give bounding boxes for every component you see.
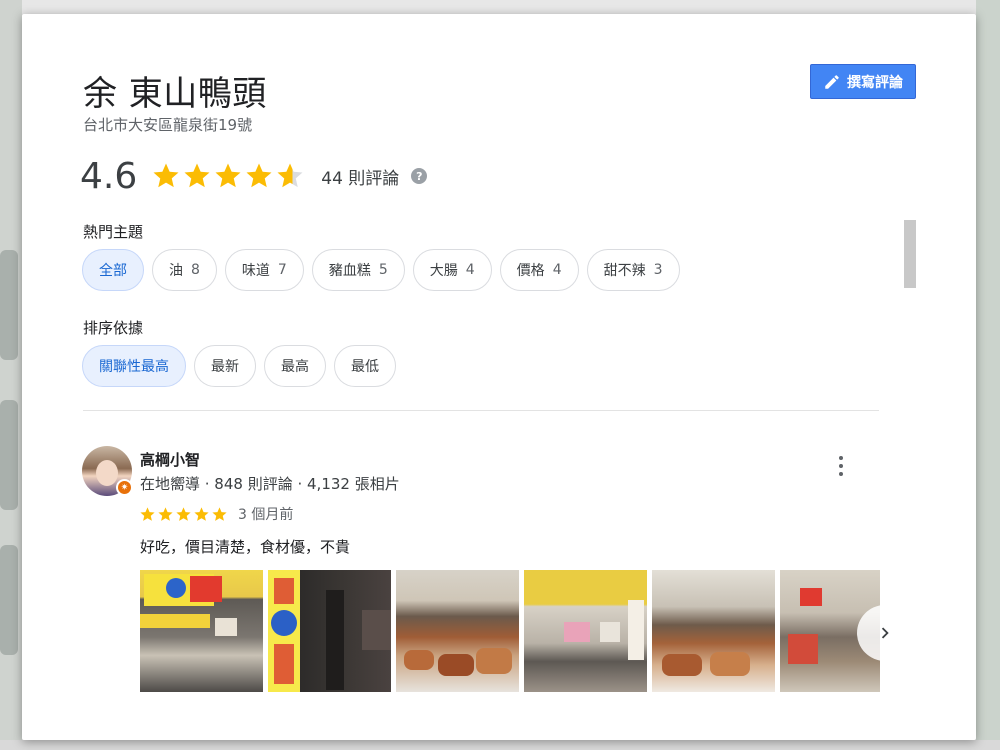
rating-value: 4.6 — [80, 155, 138, 197]
review-time: 3 個月前 — [238, 507, 294, 523]
topic-chips: 全部 油 8 味道 7 豬血糕 5 大腸 4 價格 4 甜不辣 3 — [82, 249, 680, 291]
sort-chip[interactable]: 最高 — [264, 345, 326, 387]
review-photo[interactable] — [652, 570, 775, 692]
map-thumbnail-edge — [0, 400, 18, 510]
topics-chip-count: 4 — [465, 262, 475, 278]
sort-chip-label: 最高 — [281, 359, 309, 375]
star-icon — [275, 161, 305, 191]
topics-chip[interactable]: 大腸 4 — [412, 249, 492, 291]
topics-chip[interactable]: 味道 7 — [224, 249, 304, 291]
scrollbar-thumb[interactable] — [904, 220, 916, 288]
divider — [83, 410, 879, 411]
sort-chip[interactable]: 最新 — [194, 345, 256, 387]
star-icon — [151, 161, 181, 191]
review-photo[interactable] — [268, 570, 391, 692]
write-review-label: 撰寫評論 — [847, 74, 903, 91]
sort-chip[interactable]: 關聯性最高 — [82, 345, 186, 387]
reviewer-name[interactable]: 高棡小智 — [140, 449, 200, 470]
review-text: 好吃，價目清楚，食材優，不貴 — [140, 538, 351, 556]
sort-chips: 關聯性最高 最新 最高 最低 — [82, 345, 396, 387]
star-icon — [182, 161, 212, 191]
chevron-right-icon — [857, 605, 913, 661]
local-guide-badge-icon: ✷ — [116, 479, 133, 496]
topics-label: 熱門主題 — [83, 223, 144, 241]
star-icon — [175, 506, 192, 523]
star-icon — [211, 506, 228, 523]
star-icon — [193, 506, 210, 523]
reviewer-meta: 在地嚮導 · 848 則評論 · 4,132 張相片 — [140, 475, 400, 493]
place-address: 台北市大安區龍泉街19號 — [83, 116, 253, 134]
sort-chip[interactable]: 最低 — [334, 345, 396, 387]
star-icon — [157, 506, 174, 523]
map-thumbnail-edge — [0, 250, 18, 360]
topics-chip-label: 豬血糕 — [328, 263, 371, 279]
sort-chip-label: 最低 — [351, 359, 379, 375]
review-photo[interactable] — [140, 570, 263, 692]
review-photos — [140, 570, 880, 692]
topics-chip-count: 5 — [378, 262, 388, 278]
reviews-dialog: 余 東山鴨頭 台北市大安區龍泉街19號 撰寫評論 4.6 44 則評論 ? 熱門… — [22, 14, 976, 740]
topics-chip[interactable]: 甜不辣 3 — [586, 249, 680, 291]
pencil-icon — [823, 73, 841, 91]
review-photo[interactable] — [524, 570, 647, 692]
review-count[interactable]: 44 則評論 — [321, 164, 399, 189]
sort-chip-label: 最新 — [211, 359, 239, 375]
rating-stars — [151, 161, 305, 191]
star-icon — [139, 506, 156, 523]
map-thumbnail-edge — [0, 545, 18, 655]
topics-chip[interactable]: 全部 — [82, 249, 144, 291]
topics-chip-count: 3 — [653, 262, 663, 278]
map-background-top — [0, 0, 1000, 14]
review-rating: 3 個月前 — [139, 504, 293, 524]
write-review-button[interactable]: 撰寫評論 — [810, 64, 916, 99]
more-options-icon[interactable] — [836, 456, 846, 476]
topics-chip-count: 4 — [552, 262, 562, 278]
review-stars — [139, 506, 228, 523]
review-photo[interactable] — [396, 570, 519, 692]
topics-chip-label: 大腸 — [429, 263, 458, 279]
star-icon — [244, 161, 274, 191]
reviewer-avatar[interactable]: ✷ — [82, 446, 133, 496]
sort-chip-label: 關聯性最高 — [99, 359, 169, 375]
topics-chip-label: 全部 — [99, 263, 127, 279]
topics-chip-label: 價格 — [516, 263, 545, 279]
map-background-bottom — [0, 740, 1000, 750]
topics-chip[interactable]: 價格 4 — [499, 249, 579, 291]
topics-chip-label: 味道 — [241, 263, 270, 279]
rating-summary: 4.6 44 則評論 ? — [80, 154, 428, 198]
topics-chip-count: 7 — [277, 262, 287, 278]
topics-chip-count: 8 — [191, 262, 200, 278]
place-title: 余 東山鴨頭 — [83, 74, 267, 114]
avatar-face — [96, 460, 118, 486]
topics-chip[interactable]: 油8 — [152, 249, 217, 291]
sort-label: 排序依據 — [83, 319, 144, 337]
topics-chip-label: 油 — [169, 263, 183, 279]
photos-next-button[interactable] — [838, 588, 913, 678]
topics-chip-label: 甜不辣 — [603, 263, 646, 279]
topics-chip[interactable]: 豬血糕 5 — [311, 249, 405, 291]
star-icon — [213, 161, 243, 191]
help-icon[interactable]: ? — [411, 168, 428, 184]
map-background-right — [976, 0, 1000, 750]
